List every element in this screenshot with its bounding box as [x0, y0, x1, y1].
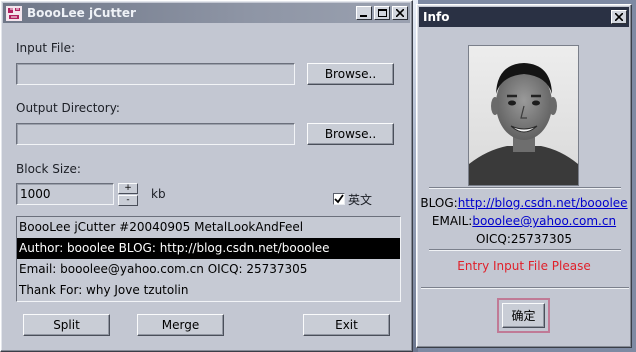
close-icon[interactable]	[392, 6, 408, 20]
merge-button[interactable]: Merge	[137, 314, 224, 336]
info-list: BoooLee jCutter #20040905 MetalLookAndFe…	[16, 216, 401, 302]
block-size-unit: kb	[151, 187, 166, 201]
email-link[interactable]: booolee@yahoo.com.cn	[472, 214, 616, 228]
blog-label: BLOG:	[420, 196, 458, 210]
input-file-label: Input File:	[16, 41, 76, 55]
english-checkbox-label: 英文	[348, 193, 373, 207]
block-size-decrement[interactable]: -	[118, 195, 138, 206]
list-item-author[interactable]: Author: booolee BLOG: http://blog.csdn.n…	[17, 238, 400, 259]
block-size-label: Block Size:	[16, 162, 81, 176]
exit-button[interactable]: Exit	[303, 314, 390, 336]
block-size-increment[interactable]: +	[118, 183, 138, 194]
portrait-photo	[469, 46, 578, 185]
email-line: EMAIL:booolee@yahoo.com.cn	[417, 214, 631, 228]
info-close-icon[interactable]	[611, 10, 627, 24]
info-window: Info BLOG:http://blog.csdn.net/booolee E…	[416, 4, 632, 348]
list-item-version[interactable]: BoooLee jCutter #20040905 MetalLookAndFe…	[17, 217, 400, 238]
main-window: BoooLee jCutter Input File: Browse.. Out…	[0, 0, 413, 352]
author-photo	[468, 45, 579, 186]
info-separator-mid	[429, 249, 621, 251]
checkmark-icon	[334, 194, 344, 204]
input-file-field[interactable]	[16, 63, 295, 85]
oicq-text: OICQ:25737305	[476, 232, 572, 246]
minimize-icon[interactable]	[356, 6, 372, 20]
ok-button-frame: 确定	[497, 298, 550, 333]
maximize-icon[interactable]	[374, 6, 390, 20]
english-checkbox[interactable]	[333, 193, 345, 205]
blog-link[interactable]: http://blog.csdn.net/booolee	[458, 196, 628, 210]
info-separator-bottom	[421, 287, 629, 289]
main-titlebar[interactable]: BoooLee jCutter	[3, 3, 410, 23]
status-message: Entry Input File Please	[457, 259, 591, 273]
ok-button[interactable]: 确定	[502, 303, 545, 328]
list-item-email[interactable]: Email: booolee@yahoo.com.cn OICQ: 257373…	[17, 259, 400, 280]
list-item-thanks[interactable]: Thank For: why Jove tzutolin	[17, 280, 400, 301]
app-icon	[6, 5, 22, 21]
output-dir-field[interactable]	[16, 123, 295, 145]
split-button[interactable]: Split	[23, 314, 110, 336]
block-size-field[interactable]: 1000	[16, 183, 114, 205]
blog-line: BLOG:http://blog.csdn.net/booolee	[417, 196, 631, 210]
info-window-title: Info	[423, 10, 450, 24]
output-browse-button[interactable]: Browse..	[307, 123, 394, 145]
window-title: BoooLee jCutter	[27, 6, 136, 20]
email-label: EMAIL:	[431, 214, 473, 228]
input-browse-button[interactable]: Browse..	[307, 63, 394, 85]
info-titlebar[interactable]: Info	[419, 7, 629, 27]
output-dir-label: Output Directory:	[16, 101, 120, 115]
info-separator-top	[429, 187, 621, 189]
